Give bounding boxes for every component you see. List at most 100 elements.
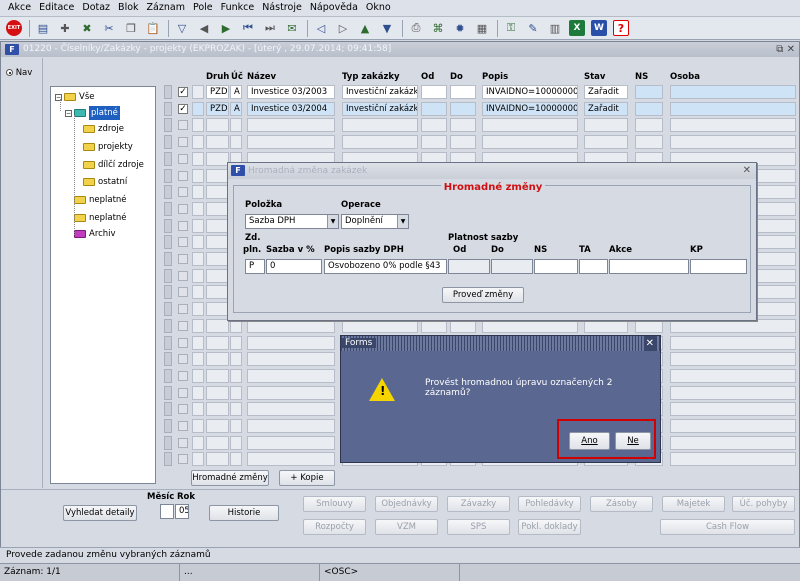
- row-cell[interactable]: [192, 168, 204, 183]
- table-cell[interactable]: [670, 452, 796, 467]
- last-icon[interactable]: ⏭: [262, 20, 278, 36]
- table-cell[interactable]: [247, 452, 335, 467]
- menu-item[interactable]: Pole: [189, 0, 217, 16]
- column-header[interactable]: Stav: [584, 72, 605, 82]
- table-cell[interactable]: [206, 151, 229, 166]
- row-selector[interactable]: [164, 151, 172, 166]
- up-icon[interactable]: ▲: [357, 20, 373, 36]
- table-cell[interactable]: [206, 118, 229, 133]
- filter-icon[interactable]: ▽: [174, 20, 190, 36]
- table-cell[interactable]: [206, 385, 229, 400]
- exit-icon[interactable]: EXIT: [6, 20, 22, 36]
- row-selector[interactable]: [164, 168, 172, 183]
- row-cell[interactable]: [192, 235, 204, 250]
- tree-node[interactable]: zdroje: [83, 122, 124, 136]
- menu-item[interactable]: Akce: [4, 0, 35, 16]
- next-icon[interactable]: ▶: [218, 20, 234, 36]
- popis-sazby-field[interactable]: Osvobozeno 0% podle §43: [324, 259, 447, 274]
- row-cell[interactable]: [192, 201, 204, 216]
- table-cell[interactable]: [230, 419, 242, 433]
- table-cell[interactable]: PZD: [206, 101, 229, 116]
- table-cell[interactable]: Investice 03/2003: [247, 85, 335, 99]
- tree-node[interactable]: Archiv: [65, 227, 116, 241]
- row-selector[interactable]: [164, 352, 172, 367]
- copy-button[interactable]: + Kopie: [279, 470, 335, 486]
- sazba-field[interactable]: 0: [266, 259, 322, 274]
- history-button[interactable]: Historie: [209, 505, 279, 521]
- operace-select[interactable]: Doplnění ▼: [341, 214, 409, 229]
- table-cell[interactable]: [670, 352, 796, 367]
- table-cell[interactable]: [670, 135, 796, 150]
- table-cell[interactable]: [230, 385, 242, 400]
- row-cell[interactable]: [192, 368, 204, 383]
- table-cell[interactable]: [206, 335, 229, 350]
- table-cell[interactable]: [247, 419, 335, 433]
- row-checkbox[interactable]: [178, 187, 188, 198]
- table-cell[interactable]: [342, 135, 418, 150]
- table-cell[interactable]: [635, 135, 663, 150]
- next-record-icon[interactable]: ▷: [335, 20, 351, 36]
- word-icon[interactable]: W: [591, 20, 607, 36]
- row-selector[interactable]: [164, 252, 172, 266]
- menu-item[interactable]: Nápověda: [306, 0, 362, 16]
- row-checkbox[interactable]: [178, 237, 188, 248]
- table-cell[interactable]: [230, 435, 242, 450]
- table-cell[interactable]: INVAIDNO=100000002: [482, 101, 578, 116]
- paste-icon[interactable]: 📋: [145, 20, 161, 36]
- row-checkbox[interactable]: [178, 203, 188, 214]
- row-checkbox[interactable]: [178, 404, 188, 415]
- table-cell[interactable]: [670, 435, 796, 450]
- table-cell[interactable]: [247, 385, 335, 400]
- tree-node[interactable]: ostatní: [83, 175, 127, 189]
- search-details-button[interactable]: Vyhledat detaily: [63, 505, 137, 521]
- cut-icon[interactable]: ✂: [101, 20, 117, 36]
- row-cell[interactable]: [192, 402, 204, 417]
- close-icon[interactable]: ✕: [643, 336, 656, 351]
- row-cell[interactable]: [192, 302, 204, 317]
- row-selector[interactable]: [164, 318, 172, 333]
- row-selector[interactable]: [164, 235, 172, 250]
- table-cell[interactable]: [247, 435, 335, 450]
- table-cell[interactable]: [584, 118, 628, 133]
- row-cell[interactable]: [192, 252, 204, 266]
- row-cell[interactable]: [192, 318, 204, 333]
- close-icon[interactable]: ✕: [743, 163, 751, 179]
- table-cell[interactable]: [230, 335, 242, 350]
- action-button[interactable]: Objednávky: [375, 496, 438, 512]
- table-cell[interactable]: [230, 402, 242, 417]
- table-cell[interactable]: [247, 335, 335, 350]
- row-checkbox[interactable]: [178, 137, 188, 148]
- table-cell[interactable]: [670, 385, 796, 400]
- attach-icon[interactable]: ⌘: [430, 20, 446, 36]
- help-icon[interactable]: ?: [613, 20, 629, 36]
- row-selector[interactable]: [164, 85, 172, 99]
- table-cell[interactable]: [342, 118, 418, 133]
- row-selector[interactable]: [164, 118, 172, 133]
- row-selector[interactable]: [164, 402, 172, 417]
- row-selector[interactable]: [164, 185, 172, 200]
- row-cell[interactable]: [192, 85, 204, 99]
- menu-item[interactable]: Okno: [362, 0, 395, 16]
- table-cell[interactable]: [230, 135, 242, 150]
- action-button[interactable]: Závazky: [447, 496, 510, 512]
- action-button[interactable]: Rozpočty: [303, 519, 366, 535]
- row-cell[interactable]: [192, 135, 204, 150]
- row-cell[interactable]: [192, 335, 204, 350]
- table-cell[interactable]: [247, 402, 335, 417]
- menu-item[interactable]: Funkce: [217, 0, 259, 16]
- table-cell[interactable]: [584, 135, 628, 150]
- nav-radio[interactable]: Nav: [6, 68, 32, 78]
- column-header[interactable]: Typ zakázky: [342, 72, 400, 82]
- table-cell[interactable]: [421, 101, 447, 116]
- table-cell[interactable]: Investice 03/2004: [247, 101, 335, 116]
- table-cell[interactable]: [206, 268, 229, 283]
- table-cell[interactable]: [670, 402, 796, 417]
- column-header[interactable]: Popis: [482, 72, 508, 82]
- prev-icon[interactable]: ◀: [196, 20, 212, 36]
- row-checkbox[interactable]: [178, 320, 188, 331]
- tree-node[interactable]: dílčí zdroje: [83, 158, 144, 172]
- copy-icon[interactable]: ❐: [123, 20, 139, 36]
- row-checkbox[interactable]: [178, 287, 188, 298]
- table-cell[interactable]: INVAIDNO=100000000: [482, 85, 578, 99]
- action-button[interactable]: VZM: [375, 519, 438, 535]
